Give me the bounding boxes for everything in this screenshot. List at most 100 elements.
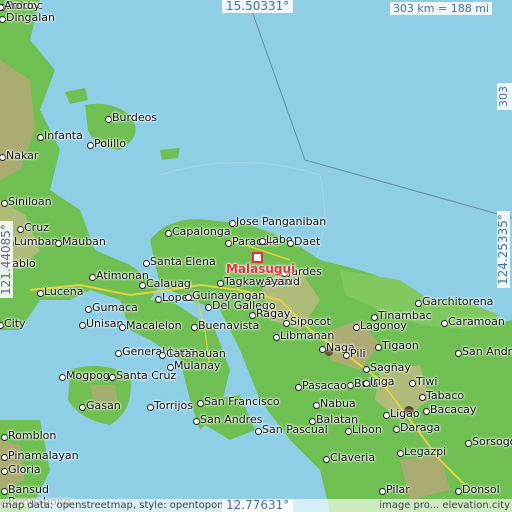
- place-marker: [115, 350, 122, 357]
- place-marker: [423, 408, 430, 415]
- place-label: San Andres: [200, 413, 263, 426]
- place-label: Mauban: [62, 235, 106, 248]
- place-marker: [465, 440, 472, 447]
- place-label: Pinamalayan: [8, 449, 79, 462]
- place-label: Caramoan: [448, 315, 505, 328]
- attribution-left: map data: openstreetmap, style: opentopo…: [2, 500, 240, 511]
- place-label: Unisan: [86, 317, 124, 330]
- place-marker: [249, 312, 256, 319]
- place-marker: [415, 300, 422, 307]
- place-marker: [55, 240, 62, 247]
- place-label: Ligao: [390, 407, 420, 420]
- place-marker: [105, 116, 112, 123]
- place-marker: [205, 304, 212, 311]
- place-marker: [155, 296, 162, 303]
- place-label: Burdeos: [112, 111, 158, 124]
- place-label: Pasacao: [302, 379, 347, 392]
- place-marker: [397, 450, 404, 457]
- place-marker: [375, 344, 382, 351]
- place-marker: [1, 454, 8, 461]
- place-marker: [87, 142, 94, 149]
- place-label: Siniloan: [8, 195, 52, 208]
- place-label: Aroroy: [4, 0, 41, 12]
- place-marker: [159, 352, 166, 359]
- place-label: Daet: [294, 235, 321, 248]
- place-marker: [383, 412, 390, 419]
- place-marker: [193, 418, 200, 425]
- place-marker: [79, 322, 86, 329]
- place-marker: [345, 428, 352, 435]
- place-marker: [109, 374, 116, 381]
- place-label: Macalelon: [126, 319, 182, 332]
- place-marker: [319, 346, 326, 353]
- place-marker: [409, 380, 416, 387]
- place-marker: [363, 380, 370, 387]
- place-label: San Francisco: [204, 395, 280, 408]
- place-label: Nakar: [6, 149, 39, 162]
- place-marker: [363, 366, 370, 373]
- place-label: Iriga: [370, 375, 395, 388]
- place-label: Calauag: [146, 277, 191, 290]
- place-label: Sorsogo: [472, 435, 512, 448]
- place-marker: [225, 240, 232, 247]
- place-label: Pili: [350, 347, 366, 360]
- place-label: Polillo: [94, 137, 126, 150]
- place-label: San Pascual: [262, 423, 328, 436]
- place-label: Legazpi: [404, 445, 447, 458]
- place-marker: [17, 226, 24, 233]
- place-label: Tinambac: [378, 309, 432, 322]
- place-label: Mogpog: [66, 369, 110, 382]
- place-label: Libon: [352, 423, 382, 436]
- place-marker: [419, 394, 426, 401]
- place-marker: [455, 488, 462, 495]
- place-label: Buenavista: [198, 319, 260, 332]
- place-label: Tiwi: [416, 375, 438, 388]
- place-label: Claveria: [330, 451, 376, 464]
- place-marker: [217, 280, 224, 287]
- place-label: Gasan: [86, 399, 121, 412]
- place-label: Pilar: [386, 483, 410, 496]
- place-label: Lucena: [44, 285, 84, 298]
- place-label: Bacacay: [430, 403, 477, 416]
- place-marker: [165, 230, 172, 237]
- place-marker: [353, 324, 360, 331]
- bottom-latitude-label: 12.77631°: [222, 499, 294, 512]
- place-marker: [1, 200, 8, 207]
- place-marker: [89, 274, 96, 281]
- left-longitude-label: 121.44085°: [0, 221, 13, 298]
- place-marker: [255, 428, 262, 435]
- place-label: Dingalan: [6, 11, 55, 24]
- place-marker: [147, 404, 154, 411]
- place-marker: [185, 294, 192, 301]
- place-marker: [441, 320, 448, 327]
- place-marker: [59, 374, 66, 381]
- place-marker: [1, 488, 8, 495]
- place-label: Gumaca: [92, 301, 138, 314]
- place-marker: [85, 306, 92, 313]
- place-label: Atimonan: [96, 269, 149, 282]
- place-label: Capalonga: [172, 225, 231, 238]
- scale-vertical-label: 303 km = 188 mi: [497, 83, 512, 110]
- place-marker: [197, 400, 204, 407]
- place-label: Romblon: [8, 429, 57, 442]
- place-marker: [229, 220, 236, 227]
- place-marker: [37, 290, 44, 297]
- place-marker: [139, 282, 146, 289]
- place-label: City: [4, 317, 26, 330]
- place-marker: [79, 404, 86, 411]
- place-marker: [343, 352, 350, 359]
- place-label: San Andres: [462, 345, 512, 358]
- place-label: Tagkawayan: [224, 275, 292, 288]
- place-marker: [455, 350, 462, 357]
- place-label: Nabua: [320, 397, 356, 410]
- place-marker: [143, 260, 150, 267]
- place-label: Torrijos: [154, 399, 194, 412]
- place-marker: [119, 324, 126, 331]
- place-marker: [1, 468, 8, 475]
- place-marker: [1, 434, 8, 441]
- place-label: Mulanay: [174, 359, 221, 372]
- attribution-right: image pro... elevation.city: [379, 500, 510, 511]
- place-label: Tigaon: [382, 339, 419, 352]
- place-marker: [273, 334, 280, 341]
- place-marker: [283, 320, 290, 327]
